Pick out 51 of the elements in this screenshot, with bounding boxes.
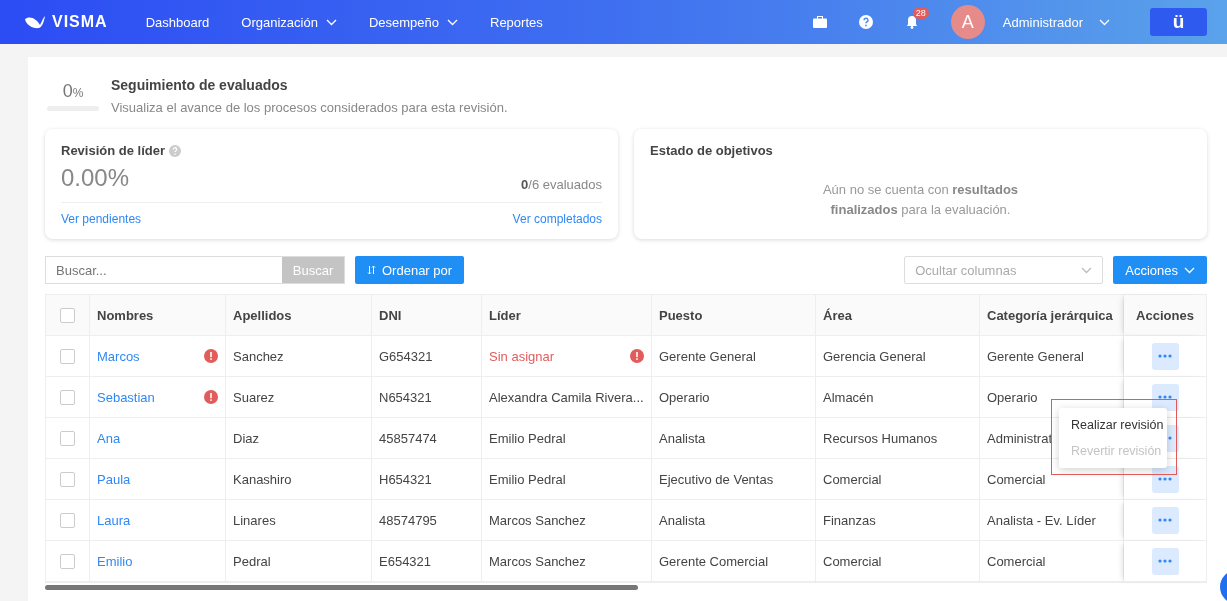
column-header: Puesto — [652, 295, 816, 336]
column-header: Acciones — [1124, 295, 1206, 336]
table-cell: Recursos Humanos — [816, 418, 980, 459]
table-cell: Comercial — [816, 541, 980, 582]
table-cell: Sanchez — [226, 336, 372, 377]
leader-name: Sin asignar — [489, 348, 555, 364]
brand-name: VISMA — [52, 13, 108, 31]
column-header: Líder — [482, 295, 652, 336]
table-cell: Almacén — [816, 377, 980, 418]
column-header: Apellidos — [226, 295, 372, 336]
section-title: Seguimiento de evaluados — [111, 77, 289, 93]
table-cell: Gerente Comercial — [652, 541, 816, 582]
leader-name: Marcos Sanchez — [489, 553, 586, 569]
table-cell: Analista — [652, 418, 816, 459]
table-cell: Gerencia General — [816, 336, 980, 377]
card-title: Revisión de líder — [61, 143, 166, 158]
table-cell: Comercial — [980, 541, 1124, 582]
table-cell: Pedral — [226, 541, 372, 582]
review-percent: 0.00% — [61, 164, 130, 192]
table-cell: 45857474 — [372, 418, 482, 459]
empty-message: Aún no se cuenta con resultados finalizados para la evaluación. — [821, 181, 1020, 219]
table-cell: Diaz — [226, 418, 372, 459]
table-cell: Analista — [652, 500, 816, 541]
table-cell: Analista - Ev. Líder — [980, 500, 1124, 541]
table-cell: Suarez — [226, 377, 372, 418]
leader-name: Alexandra Camila Rivera... — [489, 389, 644, 405]
evaluated-count: 0/6 evaluados — [521, 177, 602, 192]
column-header: Área — [816, 295, 980, 336]
card-title: Estado de objetivos — [650, 143, 773, 158]
table-cell: Gerente General — [652, 336, 816, 377]
table-cell: G654321 — [372, 336, 482, 377]
leader-name: Emilio Pedral — [489, 430, 566, 446]
leader-name: Marcos Sanchez — [489, 512, 586, 528]
table-cell: H654321 — [372, 459, 482, 500]
table-cell: E654321 — [372, 541, 482, 582]
table-cell: Operario — [652, 377, 816, 418]
table-cell: 48574795 — [372, 500, 482, 541]
column-header: Categoría jerárquica — [980, 295, 1124, 336]
table-cell: Ejecutivo de Ventas — [652, 459, 816, 500]
table-cell: Kanashiro — [226, 459, 372, 500]
table-cell: N654321 — [372, 377, 482, 418]
notification-badge: 28 — [912, 7, 929, 19]
table-cell: Comercial — [816, 459, 980, 500]
progress-percent: 0% — [62, 81, 84, 101]
column-header: Nombres — [90, 295, 226, 336]
table-cell: Linares — [226, 500, 372, 541]
column-header: DNI — [372, 295, 482, 336]
table-cell: Gerente General — [980, 336, 1124, 377]
table-cell: Finanzas — [816, 500, 980, 541]
section-subtitle: Visualiza el avance de los procesos considerados para esta revisión. — [111, 100, 508, 115]
leader-name: Emilio Pedral — [489, 471, 566, 487]
